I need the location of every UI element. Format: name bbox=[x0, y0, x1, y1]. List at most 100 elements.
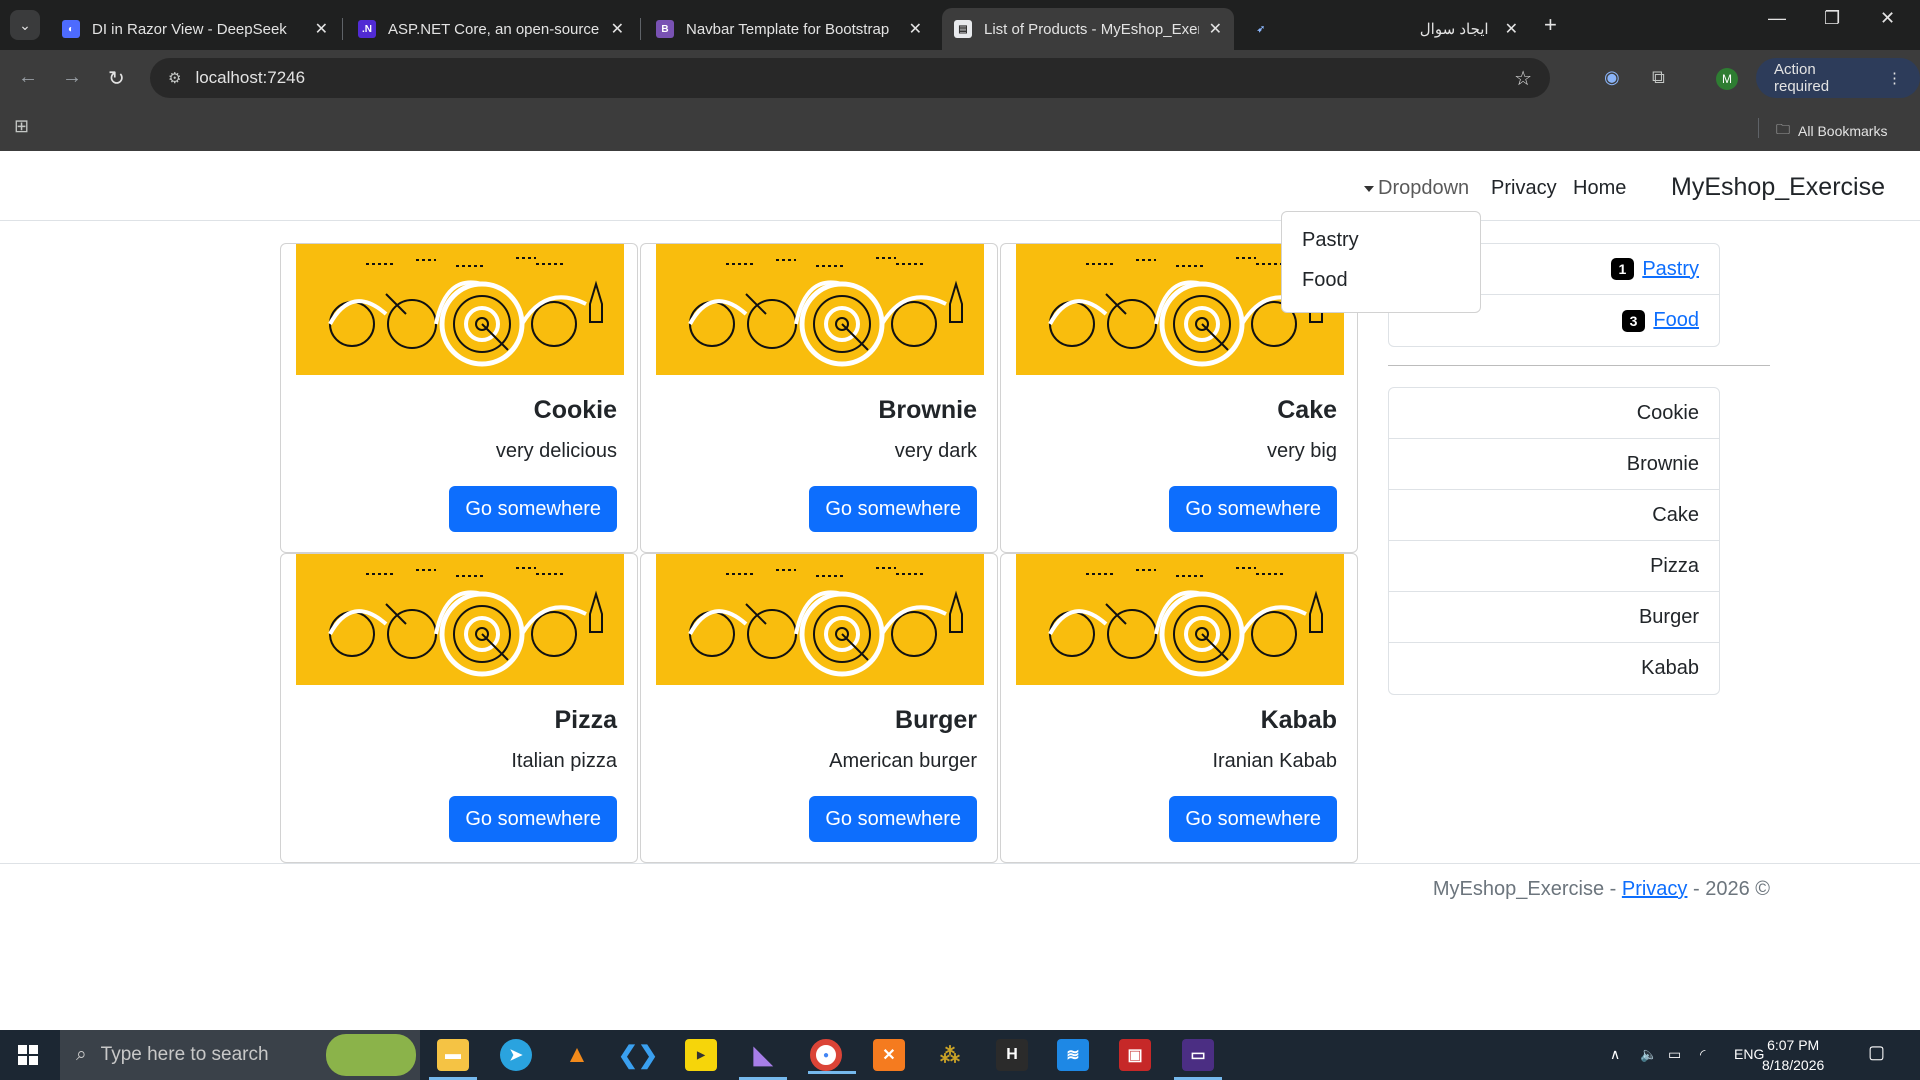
telegram-icon[interactable]: ➤ bbox=[500, 1039, 532, 1071]
list-item: Kabab bbox=[1641, 657, 1699, 679]
caret-down-icon bbox=[1364, 185, 1374, 192]
deepseek-icon: ◐ bbox=[62, 20, 80, 38]
tab-title: ASP.NET Core, an open-source w bbox=[388, 20, 601, 38]
list-item: Brownie bbox=[1389, 439, 1719, 490]
go-somewhere-button[interactable]: Go somewhere bbox=[1169, 486, 1337, 532]
card-illustration-svg bbox=[328, 257, 603, 367]
site-navbar: MyEshop_Exercise Home Privacy Dropdown bbox=[0, 151, 1920, 221]
search-placeholder: Type here to search bbox=[100, 1044, 269, 1065]
product-card: Brownie very dark Go somewhere bbox=[640, 243, 998, 553]
file-explorer-icon[interactable]: ▬ bbox=[429, 1039, 477, 1080]
notifications-icon[interactable]: ▢ bbox=[1868, 1042, 1885, 1063]
card-text: very dark bbox=[894, 440, 977, 462]
address-bar[interactable]: ⚙ localhost:7246 ☆ bbox=[150, 58, 1550, 98]
go-somewhere-button[interactable]: Go somewhere bbox=[809, 796, 977, 842]
vscode-icon[interactable]: ❮❯ bbox=[618, 1039, 658, 1071]
battery-icon[interactable]: ▭ bbox=[1668, 1046, 1681, 1063]
back-arrow-icon[interactable]: ← bbox=[18, 66, 38, 89]
browser-tab[interactable]: ➶ ایجاد سوال ✕ bbox=[1240, 8, 1530, 50]
forward-arrow-icon[interactable]: → bbox=[62, 66, 82, 89]
action-required-button[interactable]: Action required ⋮ bbox=[1756, 58, 1920, 98]
card-title: Cookie bbox=[533, 396, 617, 424]
windows-start-icon[interactable] bbox=[18, 1045, 38, 1065]
go-somewhere-button[interactable]: Go somewhere bbox=[449, 486, 617, 532]
wifi-icon[interactable]: ◜ bbox=[1700, 1046, 1705, 1063]
bootstrap-icon: B bbox=[656, 20, 674, 38]
tray-chevron-up-icon[interactable]: ∧ bbox=[1610, 1046, 1620, 1063]
extension-shield-icon[interactable]: ◉ bbox=[1604, 67, 1620, 88]
dotnet-icon: .N bbox=[358, 20, 376, 38]
category-link-pastry[interactable]: Pastry bbox=[1642, 258, 1699, 281]
category-count-badge: 1 bbox=[1610, 258, 1635, 280]
page-icon: ▤ bbox=[954, 20, 972, 38]
profile-avatar[interactable]: M bbox=[1716, 68, 1738, 90]
card-text: very big bbox=[1266, 440, 1337, 462]
browser-tab[interactable]: .N ASP.NET Core, an open-source w ✕ bbox=[346, 8, 636, 50]
footer-text: MyEshop_Exercise - Privacy - 2026 © bbox=[1433, 878, 1770, 901]
tab-title: List of Products - MyEshop_Exer bbox=[984, 20, 1199, 38]
nav-dropdown-toggle[interactable]: Dropdown bbox=[1364, 177, 1469, 200]
heidisql-icon[interactable]: H bbox=[996, 1039, 1028, 1071]
chrome-icon[interactable]: ● bbox=[808, 1039, 856, 1074]
list-item: Pizza bbox=[1389, 541, 1719, 592]
vlc-icon[interactable]: ▲ bbox=[561, 1039, 593, 1071]
browser-toolbar: ← → ↻ ⚙ localhost:7246 ☆ ◉ ⧉ M Action re… bbox=[0, 50, 1920, 106]
browser-tab[interactable]: ◐ DI in Razor View - DeepSeek ✕ bbox=[50, 8, 340, 50]
footer-privacy-link[interactable]: Privacy bbox=[1622, 878, 1688, 900]
card-title: Brownie bbox=[878, 396, 977, 424]
app-toolbox-icon[interactable]: ▣ bbox=[1119, 1039, 1151, 1071]
tab-close-icon[interactable]: ✕ bbox=[909, 19, 922, 39]
clock-date: 8/18/2026 bbox=[1762, 1057, 1825, 1073]
minimize-icon[interactable]: — bbox=[1768, 8, 1786, 29]
site-footer: MyEshop_Exercise - Privacy - 2026 © bbox=[0, 863, 1920, 923]
card-image bbox=[296, 554, 624, 685]
restore-icon[interactable]: ❐ bbox=[1824, 8, 1840, 29]
dropdown-item-food[interactable]: Food bbox=[1282, 260, 1480, 300]
tab-search-dropdown-button[interactable]: ⌄ bbox=[10, 10, 40, 40]
taskbar-search-box[interactable]: ⌕ Type here to search bbox=[60, 1030, 420, 1080]
go-somewhere-button[interactable]: Go somewhere bbox=[809, 486, 977, 532]
tab-close-icon[interactable]: ✕ bbox=[1209, 19, 1222, 39]
app-sync-icon[interactable]: ≋ bbox=[1057, 1039, 1089, 1071]
all-bookmarks-button[interactable]: 🗀 All Bookmarks bbox=[1776, 119, 1887, 143]
nav-link-privacy[interactable]: Privacy bbox=[1491, 177, 1557, 200]
search-highlight-image bbox=[326, 1034, 416, 1076]
card-title: Cake bbox=[1277, 396, 1337, 424]
terminal-icon[interactable]: ▭ bbox=[1174, 1039, 1222, 1080]
site-settings-icon[interactable]: ⚙ bbox=[168, 69, 181, 87]
go-somewhere-button[interactable]: Go somewhere bbox=[1169, 796, 1337, 842]
browser-tab-active[interactable]: ▤ List of Products - MyEshop_Exer ✕ bbox=[942, 8, 1234, 50]
language-indicator[interactable]: ENG bbox=[1734, 1046, 1764, 1062]
card-illustration-svg bbox=[1048, 567, 1323, 677]
card-image bbox=[656, 554, 984, 685]
bookmarks-separator bbox=[1758, 118, 1759, 138]
window-close-icon[interactable]: ✕ bbox=[1880, 8, 1895, 29]
tab-close-icon[interactable]: ✕ bbox=[611, 19, 624, 39]
search-icon: ⌕ bbox=[76, 1044, 87, 1065]
nav-link-home[interactable]: Home bbox=[1573, 177, 1626, 200]
extensions-puzzle-icon[interactable]: ⧉ bbox=[1652, 67, 1665, 88]
media-player-icon[interactable]: ▶ bbox=[685, 1039, 717, 1071]
xampp-icon[interactable]: ✕ bbox=[873, 1039, 905, 1071]
tab-close-icon[interactable]: ✕ bbox=[315, 19, 328, 39]
bookmark-star-icon[interactable]: ☆ bbox=[1514, 66, 1532, 91]
apps-grid-icon[interactable]: ⊞ bbox=[14, 116, 29, 137]
card-text: Italian pizza bbox=[511, 750, 617, 772]
volume-icon[interactable]: 🔈 bbox=[1640, 1046, 1657, 1063]
action-required-label: Action required bbox=[1774, 61, 1830, 95]
visual-studio-icon[interactable]: ◣ bbox=[739, 1039, 787, 1080]
taskbar-clock[interactable]: 6:07 PM 8/18/2026 bbox=[1762, 1035, 1824, 1075]
new-tab-button[interactable]: + bbox=[1544, 12, 1557, 38]
card-text: American burger bbox=[829, 750, 977, 772]
list-item: Cake bbox=[1389, 490, 1719, 541]
reload-icon[interactable]: ↻ bbox=[108, 66, 125, 91]
app-icon[interactable]: ⁂ bbox=[934, 1039, 966, 1071]
navbar-brand[interactable]: MyEshop_Exercise bbox=[1671, 173, 1885, 202]
tab-close-icon[interactable]: ✕ bbox=[1505, 19, 1518, 39]
card-image bbox=[296, 244, 624, 375]
dropdown-item-pastry[interactable]: Pastry bbox=[1282, 220, 1480, 260]
go-somewhere-button[interactable]: Go somewhere bbox=[449, 796, 617, 842]
browser-tab[interactable]: B Navbar Template for Bootstrap ✕ bbox=[644, 8, 934, 50]
bookmarks-bar: ⊞ 🗀 All Bookmarks bbox=[0, 106, 1920, 151]
category-link-food[interactable]: Food bbox=[1653, 309, 1699, 332]
